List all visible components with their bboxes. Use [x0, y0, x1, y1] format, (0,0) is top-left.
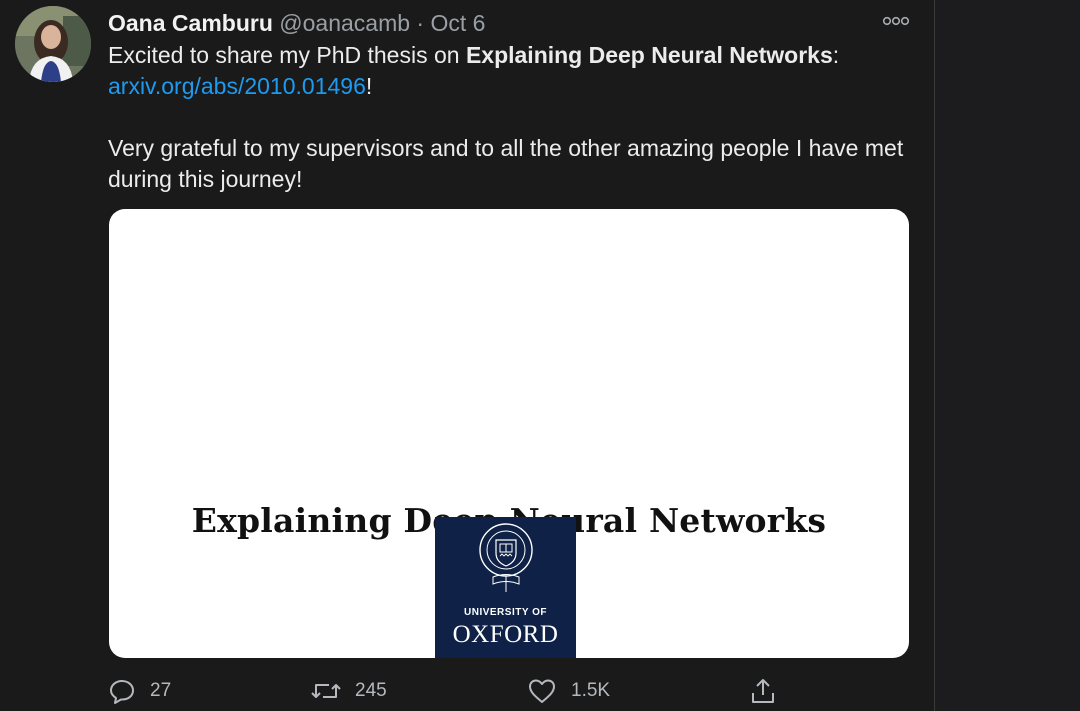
avatar-photo: [15, 6, 91, 82]
header-separator: ·: [416, 10, 425, 36]
avatar[interactable]: [15, 6, 91, 82]
tweet-text-bold: Explaining Deep Neural Networks: [465, 42, 833, 68]
more-dots-icon: [882, 16, 910, 26]
share-button[interactable]: [749, 676, 777, 706]
tweet-text: Excited to share my PhD thesis on Explai…: [108, 40, 908, 195]
oxford-logo: UNIVERSITY OF OXFORD: [435, 517, 576, 658]
right-sidebar: [935, 0, 1080, 711]
share-icon: [752, 679, 774, 703]
tweet-date[interactable]: Oct 6: [430, 10, 485, 36]
heart-icon: [529, 679, 555, 703]
tweet-text-intro: Excited to share my PhD thesis on: [108, 42, 466, 68]
oxford-seal-icon: [479, 523, 533, 592]
tweet-paragraph-1: Excited to share my PhD thesis on Explai…: [108, 40, 908, 102]
like-count: 1.5K: [571, 680, 611, 701]
tweet-header: Oana Camburu @oanacamb · Oct 6: [108, 8, 485, 38]
retweet-button[interactable]: 245: [311, 676, 387, 706]
tweet-paragraph-2: Very grateful to my supervisors and to a…: [108, 135, 904, 192]
logo-line-1: UNIVERSITY OF: [464, 607, 547, 618]
reply-button[interactable]: 27: [108, 676, 171, 706]
tweet-text-exclaim: !: [365, 73, 373, 99]
like-button[interactable]: 1.5K: [527, 676, 610, 706]
logo-line-2: OXFORD: [452, 621, 559, 648]
more-button[interactable]: [879, 10, 913, 32]
author-handle[interactable]: @oanacamb: [279, 10, 410, 36]
tweet-actions: 27 245 1.5K: [0, 676, 934, 706]
reply-icon: [110, 680, 134, 704]
tweet-text-colon: :: [832, 42, 840, 68]
author-name[interactable]: Oana Camburu: [108, 10, 273, 36]
retweet-icon: [311, 684, 341, 698]
reply-count: 27: [150, 680, 172, 701]
retweet-count: 245: [355, 680, 387, 701]
media-image[interactable]: Explaining Deep Neural Networks UNIVERSI…: [109, 209, 909, 658]
arxiv-link[interactable]: arxiv.org/abs/2010.01496: [108, 73, 366, 99]
